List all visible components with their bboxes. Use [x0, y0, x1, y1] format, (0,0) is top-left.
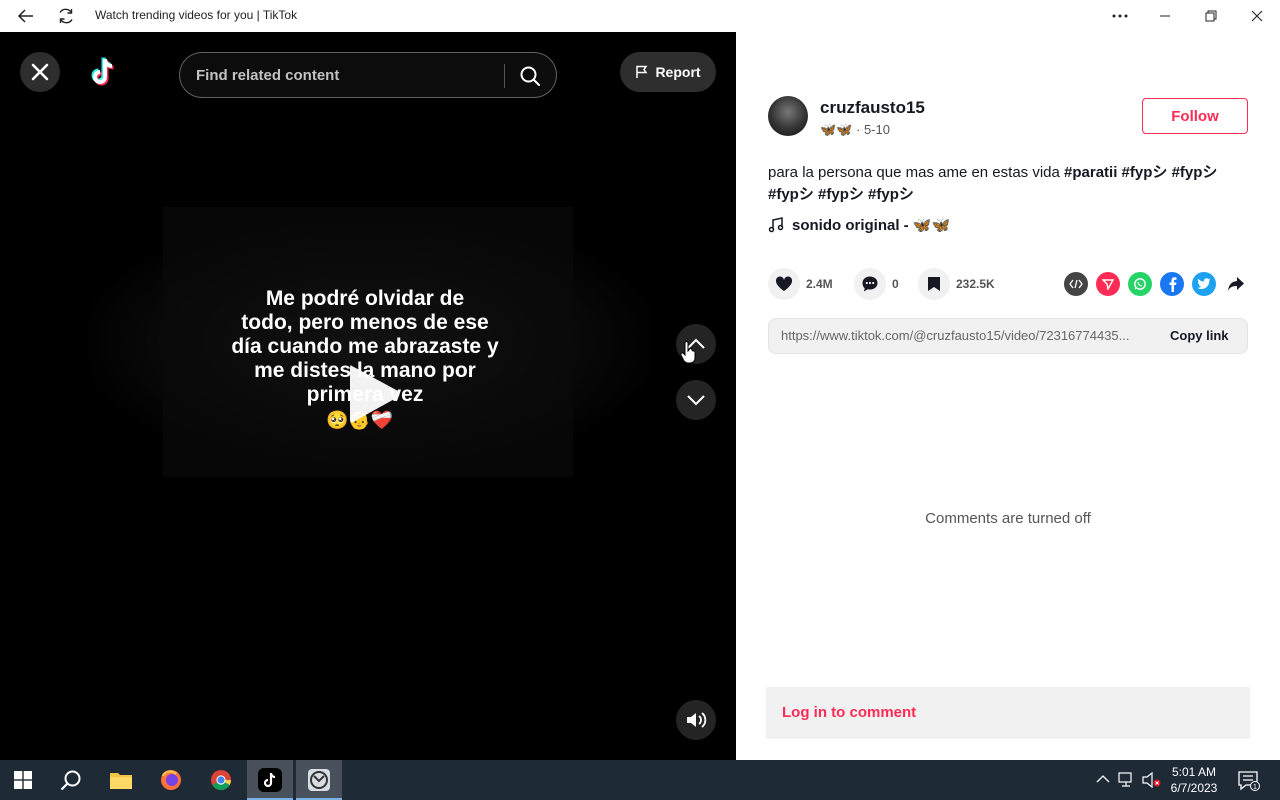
comment-button[interactable]: 0	[854, 268, 899, 300]
tiktok-logo[interactable]	[86, 54, 122, 90]
firefox-icon	[161, 770, 181, 790]
whatsapp-icon	[1134, 278, 1146, 290]
chevron-down-icon	[687, 395, 705, 406]
back-icon[interactable]	[10, 0, 42, 32]
hashtag-link[interactable]: #fypシ	[1172, 164, 1218, 181]
start-button[interactable]	[0, 760, 46, 800]
favorite-button[interactable]: 232.5K	[918, 268, 995, 300]
windows-icon	[14, 771, 32, 789]
search-icon[interactable]	[518, 64, 542, 88]
network-icon[interactable]	[1118, 772, 1136, 788]
embed-code-icon	[1069, 279, 1083, 289]
facebook-share-button[interactable]	[1160, 272, 1184, 296]
share-link-field[interactable]: https://www.tiktok.com/@cruzfausto15/vid…	[768, 318, 1248, 354]
caption-line: todo, pero menos de ese	[241, 311, 489, 334]
login-to-comment-bar[interactable]: Log in to comment	[766, 687, 1250, 739]
hashtag-link[interactable]: #fypシ	[868, 186, 914, 203]
close-window-icon[interactable]	[1241, 0, 1273, 32]
hashtag-link[interactable]: #fypシ	[1122, 164, 1168, 181]
share-arrow-icon	[1228, 277, 1244, 291]
comment-count: 0	[892, 277, 899, 291]
facebook-icon	[1169, 277, 1177, 292]
more-share-button[interactable]	[1224, 272, 1248, 296]
volume-icon	[687, 712, 707, 728]
author-nickname: 🦋🦋	[820, 122, 853, 137]
video-player[interactable]: Find related content Report Me podré olv…	[0, 32, 736, 760]
more-options-icon[interactable]	[1104, 0, 1136, 32]
music-link[interactable]: sonido original - 🦋🦋	[768, 216, 950, 234]
copy-link-button[interactable]: Copy link	[1170, 328, 1229, 343]
clock-date: 6/7/2023	[1170, 781, 1218, 795]
window-title: Watch trending videos for you | TikTok	[95, 8, 298, 22]
volume-button[interactable]	[676, 700, 716, 740]
report-label: Report	[655, 64, 701, 80]
report-button[interactable]: Report	[620, 52, 716, 92]
restore-icon[interactable]	[1195, 0, 1227, 32]
app-icon	[308, 769, 330, 791]
search-icon	[60, 770, 81, 791]
play-icon[interactable]	[346, 362, 402, 426]
chevron-up-icon[interactable]	[1096, 772, 1110, 786]
hashtag-link[interactable]: #fypシ	[768, 186, 814, 203]
tiktok-icon	[258, 768, 282, 792]
post-date: 5-10	[863, 122, 890, 137]
chrome-icon	[211, 770, 232, 791]
author-meta: 🦋🦋 · 5-10	[820, 122, 890, 138]
send-to-friends-button[interactable]	[1096, 272, 1120, 296]
hand-cursor-icon	[680, 341, 696, 364]
close-icon	[31, 63, 49, 81]
bookmark-icon	[928, 277, 940, 291]
comments-status: Comments are turned off	[925, 510, 1091, 527]
description-text: para la persona que mas ame en estas vid…	[768, 164, 1060, 181]
music-title: sonido original - 🦋🦋	[792, 217, 951, 234]
flag-icon	[636, 65, 648, 78]
twitter-icon	[1197, 278, 1211, 289]
music-note-icon	[768, 217, 784, 233]
taskbar-tiktok[interactable]	[247, 760, 293, 800]
caption-line: día cuando me abrazaste y	[231, 335, 499, 358]
send-icon	[1102, 279, 1114, 290]
title-bar: Watch trending videos for you | TikTok	[0, 0, 1280, 32]
share-url: https://www.tiktok.com/@cruzfausto15/vid…	[781, 328, 1130, 343]
taskbar-firefox[interactable]	[148, 760, 194, 800]
save-count: 232.5K	[956, 277, 995, 291]
folder-icon	[110, 773, 132, 789]
details-panel: cruzfausto15 🦋🦋 · 5-10 Follow para la pe…	[736, 32, 1280, 760]
search-input[interactable]: Find related content	[179, 52, 557, 98]
post-description: para la persona que mas ame en estas vid…	[768, 162, 1248, 206]
hashtag-link[interactable]: #paratii	[1064, 164, 1117, 181]
like-count: 2.4M	[806, 277, 833, 291]
volume-muted-icon[interactable]	[1142, 772, 1162, 788]
taskbar-chrome[interactable]	[198, 760, 244, 800]
reload-icon[interactable]	[50, 0, 82, 32]
system-clock[interactable]: 5:01 AM 6/7/2023	[1164, 764, 1224, 796]
heart-icon	[775, 276, 793, 291]
search-divider	[504, 64, 505, 88]
close-video-button[interactable]	[20, 52, 60, 92]
like-button[interactable]: 2.4M	[768, 268, 833, 300]
twitter-share-button[interactable]	[1192, 272, 1216, 296]
avatar[interactable]	[768, 96, 808, 136]
login-to-comment-link[interactable]: Log in to comment	[782, 704, 916, 721]
taskbar: 5:01 AM 6/7/2023 1	[0, 760, 1280, 800]
search-placeholder: Find related content	[196, 67, 340, 84]
taskbar-file-explorer[interactable]	[98, 760, 144, 800]
clock-time: 5:01 AM	[1171, 765, 1217, 779]
taskbar-search-button[interactable]	[48, 760, 94, 800]
taskbar-clock-app[interactable]	[296, 760, 342, 800]
hashtag-link[interactable]: #fypシ	[818, 186, 864, 203]
next-video-button[interactable]	[676, 380, 716, 420]
whatsapp-share-button[interactable]	[1128, 272, 1152, 296]
comment-icon	[862, 276, 878, 292]
author-username[interactable]: cruzfausto15	[820, 98, 925, 118]
minimize-icon[interactable]	[1149, 0, 1181, 32]
follow-button[interactable]: Follow	[1142, 98, 1248, 134]
embed-button[interactable]	[1064, 272, 1088, 296]
notification-icon[interactable]: 1	[1238, 771, 1260, 791]
caption-line: Me podré olvidar de	[265, 287, 465, 310]
meta-separator: ·	[856, 122, 864, 137]
notification-count: 1	[1253, 784, 1257, 791]
